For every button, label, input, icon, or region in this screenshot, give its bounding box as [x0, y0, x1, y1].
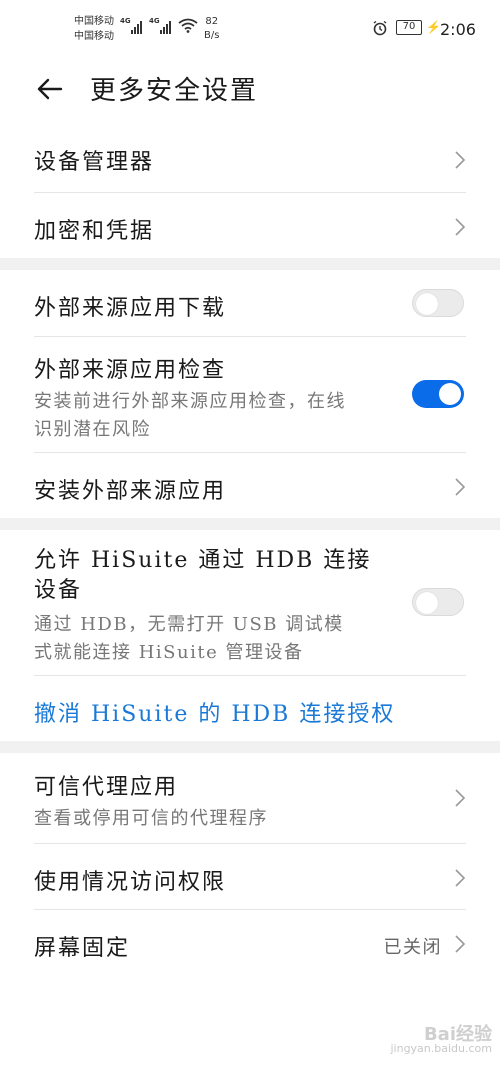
section-gap — [0, 518, 500, 530]
encryption-credentials-item[interactable]: 加密和凭据 — [0, 193, 500, 258]
toggle-knob — [416, 592, 438, 614]
external-source-check-description: 安装前进行外部来源应用检查，在线 识别潜在风险 — [34, 391, 346, 440]
external-source-check-item[interactable]: 外部来源应用检查 安装前进行外部来源应用检查，在线 识别潜在风险 — [0, 337, 500, 452]
watermark-logo: Bai经验 — [423, 1024, 492, 1045]
status-bar: 中国移动 中国移动 4G 4G 82 B/s 70 ⚡ 2:06 — [0, 0, 500, 48]
usage-access-item[interactable]: 使用情况访问权限 — [0, 844, 500, 909]
toggle-knob — [439, 383, 461, 405]
carrier-2: 中国移动 — [74, 31, 114, 42]
hisuite-hdb-label: 允许 HiSuite 通过 HDB 连接 设备 — [34, 548, 372, 603]
alarm-icon — [373, 20, 387, 36]
device-manager-label: 设备管理器 — [34, 150, 155, 175]
hisuite-hdb-item[interactable]: 允许 HiSuite 通过 HDB 连接 设备 通过 HDB，无需打开 USB … — [0, 530, 500, 675]
chevron-right-icon — [455, 478, 466, 496]
install-external-apps-label: 安装外部来源应用 — [34, 479, 227, 504]
trusted-agents-label: 可信代理应用 — [34, 775, 179, 800]
screen-pinning-item[interactable]: 屏幕固定 已关闭 — [0, 910, 500, 976]
section-gap — [0, 258, 500, 270]
trusted-agents-description: 查看或停用可信的代理程序 — [34, 808, 268, 829]
network-type-1: 4G — [120, 17, 131, 25]
signal-1-icon — [131, 18, 142, 34]
screen-pinning-status: 已关闭 — [383, 937, 442, 958]
section-gap — [0, 741, 500, 753]
carrier-labels: 中国移动 中国移动 — [74, 14, 114, 44]
device-manager-item[interactable]: 设备管理器 — [0, 128, 500, 192]
revoke-hdb-authorization-link[interactable]: 撤消 HiSuite 的 HDB 连接授权 — [0, 676, 500, 741]
external-source-check-label: 外部来源应用检查 — [34, 358, 227, 383]
page-title: 更多安全设置 — [90, 76, 259, 106]
external-source-check-toggle[interactable] — [412, 380, 464, 408]
toggle-knob — [416, 293, 438, 315]
revoke-hdb-authorization-label: 撤消 HiSuite 的 HDB 连接授权 — [34, 702, 396, 727]
external-source-download-toggle[interactable] — [412, 289, 464, 317]
chevron-right-icon — [455, 151, 466, 169]
chevron-right-icon — [455, 869, 466, 887]
network-speed: 82 B/s — [204, 16, 220, 41]
hisuite-hdb-toggle[interactable] — [412, 588, 464, 616]
battery-icon: 70 — [396, 20, 422, 35]
external-source-download-label: 外部来源应用下载 — [34, 296, 227, 321]
hisuite-hdb-description: 通过 HDB，无需打开 USB 调试模 式就能连接 HiSuite 管理设备 — [34, 614, 344, 663]
network-type-2: 4G — [149, 17, 160, 25]
charging-icon: ⚡ — [426, 20, 441, 34]
wifi-icon — [178, 18, 198, 33]
install-external-apps-item[interactable]: 安装外部来源应用 — [0, 453, 500, 518]
chevron-right-icon — [455, 935, 466, 953]
chevron-right-icon — [455, 218, 466, 236]
trusted-agents-item[interactable]: 可信代理应用 查看或停用可信的代理程序 — [0, 753, 500, 843]
baidu-watermark: Bai经验 jingyan.baidu.com — [390, 1024, 492, 1056]
signal-2-icon — [160, 18, 171, 34]
app-header: 更多安全设置 — [0, 60, 500, 120]
chevron-right-icon — [455, 789, 466, 807]
external-source-download-item[interactable]: 外部来源应用下载 — [0, 270, 500, 336]
watermark-url: jingyan.baidu.com — [390, 1042, 492, 1055]
usage-access-label: 使用情况访问权限 — [34, 870, 227, 895]
carrier-1: 中国移动 — [74, 16, 114, 27]
screen-pinning-label: 屏幕固定 — [34, 936, 131, 961]
back-arrow-icon[interactable] — [34, 74, 64, 104]
clock: 2:06 — [440, 20, 476, 39]
encryption-credentials-label: 加密和凭据 — [34, 219, 155, 244]
